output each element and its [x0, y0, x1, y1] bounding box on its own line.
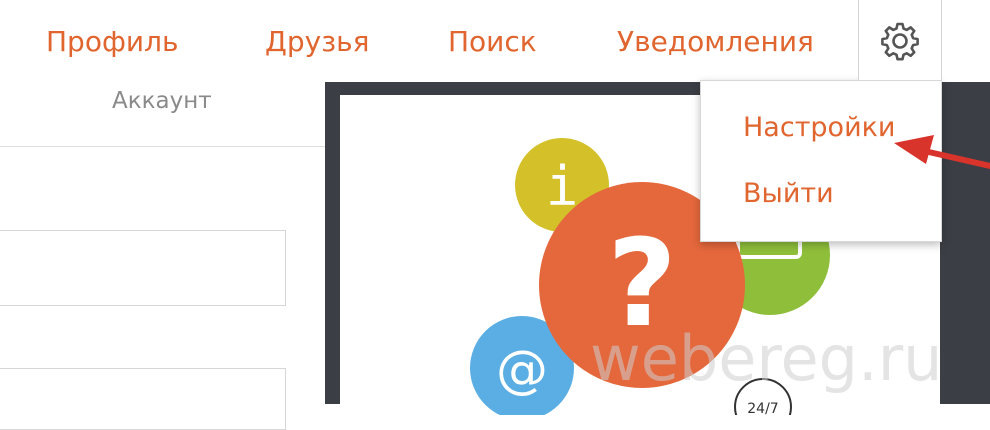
- menu-item-logout[interactable]: Выйти: [743, 175, 834, 213]
- menu-item-settings[interactable]: Настройки: [743, 109, 895, 147]
- left-panel-box: [0, 368, 286, 430]
- nav-search[interactable]: Поиск: [448, 22, 537, 62]
- left-divider: [0, 146, 325, 147]
- nav-profile[interactable]: Профиль: [46, 22, 179, 62]
- nav-notifications[interactable]: Уведомления: [617, 22, 814, 62]
- gear-icon: [881, 22, 919, 61]
- watermark-text: webereg.ru: [590, 322, 943, 395]
- account-section-label: Аккаунт: [112, 88, 212, 114]
- settings-button[interactable]: [858, 0, 942, 80]
- support-badge-text: 24/7: [747, 401, 778, 415]
- nav-friends[interactable]: Друзья: [265, 22, 369, 62]
- left-panel-box: [0, 230, 286, 306]
- at-glyph: @: [496, 340, 548, 400]
- red-arrow-icon: [894, 135, 990, 169]
- top-navigation: Профиль Друзья Поиск Уведомления: [0, 0, 990, 83]
